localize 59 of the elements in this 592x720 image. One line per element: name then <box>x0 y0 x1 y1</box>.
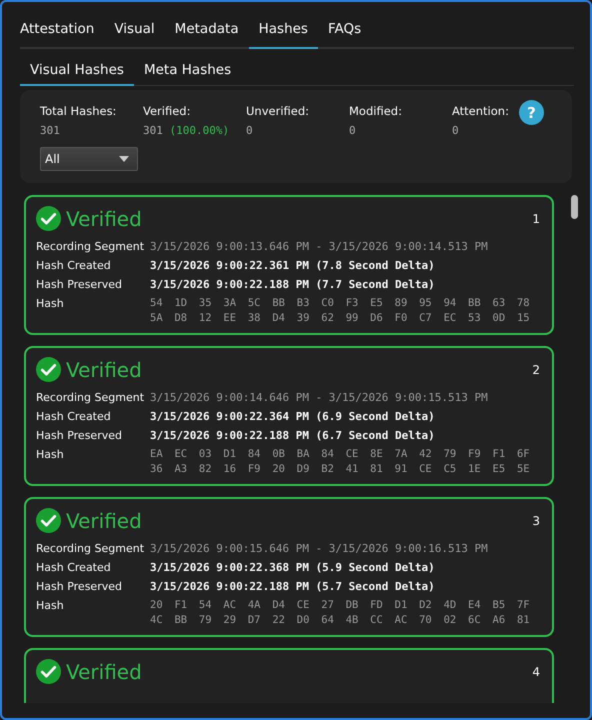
field-value: 3/15/2026 9:00:22.188 PM (5.7 Second Delta) <box>150 579 436 594</box>
tab[interactable]: Visual <box>104 12 165 49</box>
status-text: Verified <box>66 206 142 230</box>
stat-label: Modified: <box>349 104 402 118</box>
status-text: Verified <box>66 508 142 532</box>
record-number: 3 <box>532 514 540 528</box>
status-text: Verified <box>66 358 142 382</box>
field-label: Recording Segment <box>36 239 144 254</box>
tab[interactable]: Metadata <box>164 12 249 49</box>
stat-value: 301 (100.00%) <box>143 124 230 137</box>
hash-bytes: 54 1D 35 3A 5C BB B3 C0 F3 E5 89 95 94 BB 63 78 <box>150 296 531 310</box>
field-value: 3/15/2026 9:00:22.361 PM (7.8 Second Delta) <box>150 258 436 273</box>
stat-value: 0 <box>349 124 356 137</box>
filter-dropdown[interactable]: All <box>40 147 138 171</box>
record-number: 2 <box>532 362 540 376</box>
field-label: Hash Preserved <box>36 579 122 594</box>
tab[interactable]: FAQs <box>318 12 372 49</box>
caret-icon <box>119 156 129 162</box>
stat-label: Total Hashes: <box>40 104 116 118</box>
check-circle-icon <box>36 206 61 231</box>
field-value: 3/15/2026 9:00:22.188 PM (6.7 Second Delta) <box>150 428 436 443</box>
field-label: Hash <box>36 296 64 311</box>
field-label: Hash Created <box>36 409 111 424</box>
field-value: 3/15/2026 9:00:22.188 PM (7.7 Second Delta) <box>150 277 436 292</box>
field-value: 3/15/2026 9:00:13.646 PM - 3/15/2026 9:00:14.513 PM <box>150 239 489 254</box>
record-number: 1 <box>532 212 540 226</box>
check-circle-icon <box>36 357 61 382</box>
scrollbar-thumb[interactable] <box>571 195 578 219</box>
field-label: Recording Segment <box>36 390 144 405</box>
hash-bytes: 20 F1 54 AC 4A D4 CE 27 DB FD D1 D2 4D E4 B5 7F <box>150 598 531 612</box>
field-value: 3/15/2026 9:00:14.646 PM - 3/15/2026 9:00:15.513 PM <box>150 390 489 405</box>
record-number: 4 <box>532 664 540 678</box>
hash-bytes: 5A D8 12 EE 38 D4 39 62 99 D6 F0 C7 EC 53 0D 15 <box>150 311 531 325</box>
check-circle-icon <box>36 508 61 533</box>
field-label: Hash Created <box>36 258 111 273</box>
field-label: Recording Segment <box>36 541 144 556</box>
tab[interactable]: Attestation <box>20 12 104 49</box>
field-label: Hash Preserved <box>36 277 122 292</box>
check-circle-icon <box>36 659 61 684</box>
field-label: Hash <box>36 598 64 613</box>
hash-bytes: EA EC 03 D1 84 0B BA 84 CE 8E 7A 42 79 F9 F1 6F <box>150 447 531 461</box>
stat-value: 301 <box>40 124 60 137</box>
tab[interactable]: Hashes <box>248 12 318 49</box>
hash-bytes: 4C BB 79 29 D7 22 D0 64 4B CC AC 70 02 6C A6 81 <box>150 613 531 627</box>
field-value: 3/15/2026 9:00:22.368 PM (5.9 Second Delta) <box>150 560 436 575</box>
stat-value: 0 <box>246 124 253 137</box>
stat-value: 0 <box>452 124 459 137</box>
field-value: 3/15/2026 9:00:22.364 PM (6.9 Second Delta) <box>150 409 436 424</box>
field-value: 3/15/2026 9:00:15.646 PM - 3/15/2026 9:00:16.513 PM <box>150 541 489 556</box>
field-label: Hash <box>36 447 64 462</box>
stat-label: Verified: <box>143 104 190 118</box>
hash-bytes: 36 A3 82 16 F9 20 D9 B2 41 81 91 CE C5 1E E5 5E <box>150 462 531 476</box>
field-label: Hash Preserved <box>36 428 122 443</box>
sub-tab[interactable]: Visual Hashes <box>20 53 134 86</box>
stat-label: Unverified: <box>246 104 310 118</box>
field-label: Hash Created <box>36 560 111 575</box>
stat-label: Attention: <box>452 104 509 118</box>
sub-tab[interactable]: Meta Hashes <box>134 53 242 86</box>
status-text: Verified <box>66 660 142 684</box>
